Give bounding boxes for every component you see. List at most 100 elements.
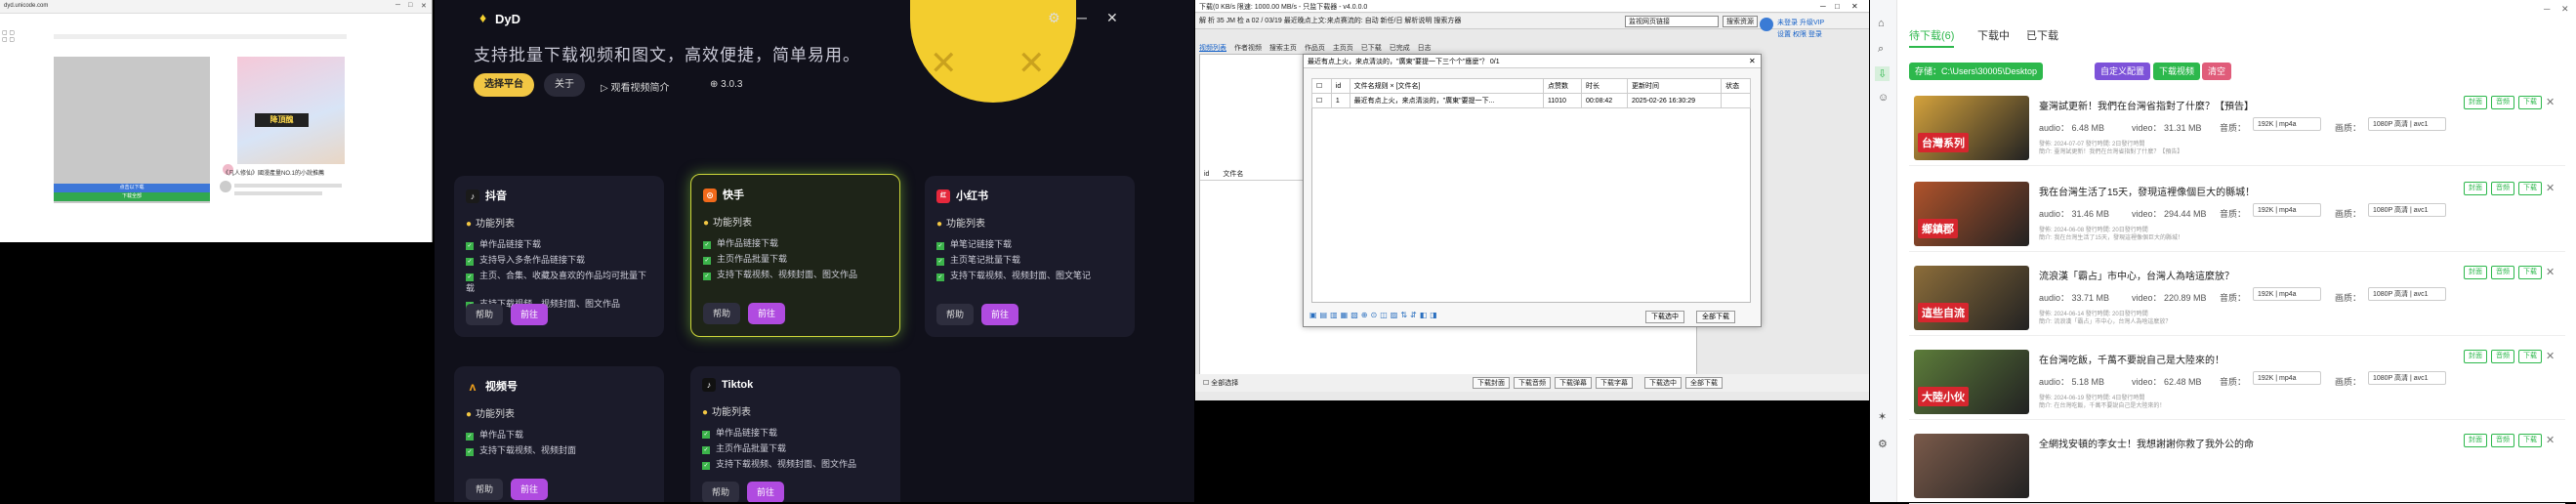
cover-button[interactable]: 封面 [2464, 434, 2487, 447]
close-icon[interactable]: ✕ [2546, 434, 2555, 446]
card-shipinhao: ᴧ 视频号 ● 功能列表 ✓ 单作品下载 ✓ 支持下载视频、视频封面 帮助 前往 [454, 366, 664, 502]
go-button[interactable]: 前往 [981, 304, 1019, 325]
tab-video-list[interactable]: 视频列表 [1199, 45, 1226, 52]
download-subtitle-button[interactable]: 下载字幕 [1596, 377, 1633, 389]
clear-button[interactable]: 清空 [2202, 63, 2232, 80]
go-button[interactable]: 前往 [511, 479, 549, 500]
search-icon[interactable]: ⌕ [1878, 43, 1884, 56]
download-danmaku-button[interactable]: 下载弹幕 [1555, 377, 1592, 389]
cover-button[interactable]: 封面 [2464, 266, 2487, 279]
custom-config-button[interactable]: 自定义配置 [2095, 63, 2151, 80]
minimize-icon[interactable]: ─ [1820, 2, 1826, 11]
download-cover-button[interactable]: 下载封面 [1473, 377, 1510, 389]
download-button[interactable]: 下载 [2518, 266, 2542, 279]
cover-button[interactable]: 封面 [2464, 350, 2487, 363]
about-button[interactable]: 关于 [544, 73, 585, 97]
minimize-icon[interactable]: ─ [395, 2, 400, 9]
download-button[interactable]: 下载 [2518, 434, 2542, 447]
close-icon[interactable]: ✕ [1749, 57, 1756, 65]
download-all-button[interactable]: 全部下载 [1685, 377, 1723, 389]
audio-quality-select[interactable]: 192K | mp4a [2253, 287, 2321, 301]
download-selected-button[interactable]: 下载选中 [1644, 377, 1682, 389]
dialog-download-selected-button[interactable]: 下载选中 [1645, 311, 1684, 323]
help-button[interactable]: 帮助 [703, 303, 741, 324]
download-icon[interactable]: ⇩ [1875, 66, 1890, 81]
list-item: 大陸小伙 在台灣吃飯，千萬不要說自己是大陸來的！ audio： 5.18 MB vid… [1909, 342, 2565, 420]
close-icon[interactable]: ✕ [2546, 182, 2555, 194]
audio-button[interactable]: 音频 [2491, 182, 2514, 195]
maximize-icon[interactable]: □ [1835, 2, 1840, 11]
help-button[interactable]: 帮助 [702, 482, 740, 502]
go-button[interactable]: 前往 [748, 303, 786, 324]
star-icon[interactable]: ✶ [1878, 410, 1887, 423]
tab-downloaded[interactable]: 已下载 [1361, 45, 1382, 52]
audio-button[interactable]: 音频 [2491, 434, 2514, 447]
cover-button[interactable]: 封面 [2464, 182, 2487, 195]
col-check[interactable]: ☐ [1311, 78, 1332, 94]
close-icon[interactable]: ✕ [2546, 350, 2555, 362]
help-button[interactable]: 帮助 [466, 479, 504, 500]
help-button[interactable]: 帮助 [936, 304, 975, 325]
minimize-icon[interactable]: ─ [1077, 10, 1087, 25]
tab-downloading[interactable]: 下载中 [1977, 27, 2010, 43]
video-quality-select[interactable]: 1080P 高清 | avc1 [2368, 117, 2446, 131]
watch-intro-link[interactable]: ▷ 观看视频简介 [601, 79, 669, 94]
help-button[interactable]: 帮助 [466, 304, 504, 325]
login-status[interactable]: 未登录 升级VIP [1777, 18, 1824, 27]
slogan: 支持批量下载视频和图文，高效便捷，简单易用。 [474, 46, 860, 64]
audio-quality-select[interactable]: 192K | mp4a [2253, 371, 2321, 385]
dialog-download-all-button[interactable]: 全部下载 [1696, 311, 1735, 323]
close-icon[interactable]: ✕ [1851, 2, 1858, 11]
go-button[interactable]: 前往 [747, 482, 785, 502]
download-audio-button[interactable]: 下载音频 [1514, 377, 1551, 389]
search-field[interactable]: 监视网页链接 [1625, 16, 1719, 27]
download-button[interactable]: 下载 [2518, 182, 2542, 195]
gear-icon[interactable]: ⚙ [1878, 438, 1888, 450]
maximize-icon[interactable]: □ [408, 2, 412, 9]
select-all-checkbox[interactable]: ☐ 全部选择 [1203, 378, 1238, 388]
video-size: video： 220.89 MB [2132, 293, 2207, 303]
video-quality-select[interactable]: 1080P 高清 | avc1 [2368, 371, 2446, 385]
select-platform-button[interactable]: 选择平台 [474, 73, 534, 97]
close-icon[interactable]: ✕ [2561, 4, 2569, 15]
download-video-button[interactable]: 下载视频 [2153, 63, 2201, 80]
minimize-icon[interactable]: ─ [2544, 4, 2550, 14]
tab-log[interactable]: 日志 [1418, 45, 1432, 52]
audio-button[interactable]: 音频 [2491, 96, 2514, 109]
download-all-button[interactable]: 下载全部 [54, 192, 210, 201]
tab-author-videos[interactable]: 作者视频 [1234, 45, 1262, 52]
close-icon[interactable]: ✕ [2546, 96, 2555, 108]
table-row[interactable]: ☐ 1 最近有点上火，来点清淡的，"廣東"要提一下... 11010 00:08… [1311, 93, 1751, 108]
search-button[interactable]: 搜索资源 [1723, 16, 1758, 27]
close-icon[interactable]: ✕ [2546, 266, 2555, 278]
audio-button[interactable]: 音频 [2491, 266, 2514, 279]
sidebar: ⌂ ⌕ ⇩ ☺ ✶ ⚙ [1870, 0, 1897, 502]
download-button[interactable]: 下载 [2518, 350, 2542, 363]
audio-quality-select[interactable]: 192K | mp4a [2253, 203, 2321, 217]
audio-quality-select[interactable]: 192K | mp4a [2253, 117, 2321, 131]
video-quality-select[interactable]: 1080P 高清 | avc1 [2368, 287, 2446, 301]
user-icon[interactable]: ☺ [1878, 92, 1889, 104]
user-avatar[interactable] [1760, 18, 1773, 31]
close-icon[interactable]: ✕ [421, 2, 427, 10]
audio-button[interactable]: 音频 [2491, 350, 2514, 363]
video-quality-select[interactable]: 1080P 高清 | avc1 [2368, 203, 2446, 217]
tab-downloaded[interactable]: 已下载 [2026, 27, 2058, 43]
close-icon[interactable]: ✕ [1106, 10, 1118, 26]
tab-home[interactable]: 主页页 [1333, 45, 1353, 52]
tab-work[interactable]: 作品页 [1305, 45, 1325, 52]
tab-search[interactable]: 搜索主页 [1269, 45, 1297, 52]
home-icon[interactable]: ⌂ [1878, 18, 1885, 29]
download-button[interactable]: 下载 [2518, 96, 2542, 109]
tab-finished[interactable]: 已完成 [1390, 45, 1410, 52]
video-thumbnail: 台灣系列 [1914, 96, 2029, 160]
tab-pending[interactable]: 待下载(6) [1909, 27, 1955, 48]
cover-button[interactable]: 封面 [2464, 96, 2487, 109]
go-button[interactable]: 前往 [511, 304, 549, 325]
storage-path-button[interactable]: 存储：C:\Users\30005\Desktop [1909, 63, 2044, 80]
login-links[interactable]: 设置 权限 登录 [1777, 29, 1822, 39]
gear-icon[interactable]: ⚙ [1048, 10, 1060, 26]
download-button[interactable]: 点击以下载 [54, 184, 210, 192]
dialog-toolbar-icons[interactable]: ▣▤▥▦▧⊕⊙◫▨⇅⇵◧◨ [1309, 311, 1440, 319]
row-checkbox[interactable]: ☐ [1311, 93, 1332, 108]
